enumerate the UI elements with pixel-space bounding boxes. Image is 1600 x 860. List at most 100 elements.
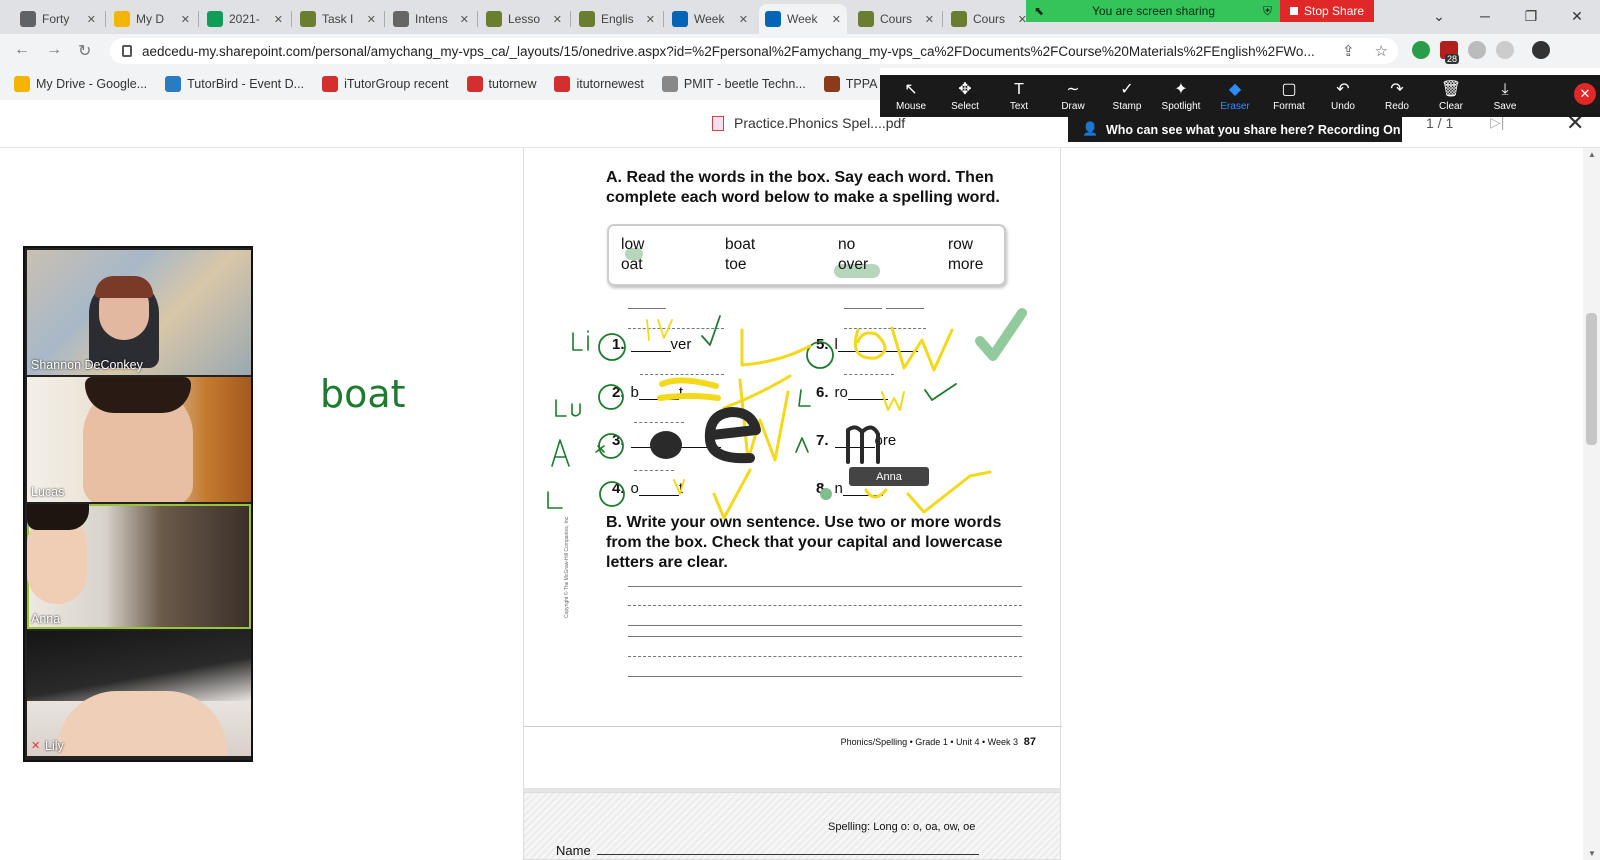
video-tile[interactable]: Shannon DeConkey — [27, 250, 251, 375]
tool-redo[interactable]: ↷ Redo — [1370, 81, 1424, 112]
browser-tab[interactable]: Cours ✕ — [945, 4, 1033, 34]
spotlight-icon: ✦ — [1174, 80, 1188, 98]
scroll-down-icon[interactable]: ▼ — [1588, 849, 1596, 858]
instruction-a: A. Read the words in the box. Say each w… — [606, 169, 1000, 206]
close-toolbar-button[interactable]: ✕ — [1574, 83, 1596, 105]
tool-select[interactable]: ✥ Select — [938, 81, 992, 112]
close-tab-icon[interactable]: ✕ — [646, 13, 655, 26]
video-tile[interactable]: Lily ✕ — [27, 631, 251, 756]
tool-draw[interactable]: ∼ Draw — [1046, 81, 1100, 112]
guide-line — [628, 328, 724, 329]
browser-tab[interactable]: Intens ✕ — [387, 4, 475, 34]
item-start: ro — [834, 384, 848, 401]
guide-line — [634, 422, 684, 423]
item-number: 7. — [816, 432, 829, 449]
browser-tab[interactable]: Forty ✕ — [14, 4, 102, 34]
shield-icon: ⛨ — [1262, 3, 1272, 18]
tool-clear[interactable]: 🗑 Clear — [1424, 81, 1478, 112]
save-icon: ⤓ — [1501, 80, 1509, 98]
bookmark-favicon-icon — [466, 76, 483, 92]
address-bar[interactable]: aedcedu-my.sharepoint.com/personal/amych… — [110, 38, 1398, 64]
item-ending: ver — [670, 336, 692, 353]
close-tab-icon[interactable]: ✕ — [460, 13, 469, 26]
close-tab-icon[interactable]: ✕ — [832, 13, 841, 26]
close-tab-icon[interactable]: ✕ — [925, 13, 934, 26]
word-boat: boat — [725, 236, 756, 253]
word-toe: toe — [725, 256, 747, 273]
bookmark-item[interactable]: TutorBird - Event D... — [165, 76, 304, 92]
tool-spotlight[interactable]: ✦ Spotlight — [1154, 81, 1208, 112]
close-tab-icon[interactable]: ✕ — [739, 13, 748, 26]
tool-undo[interactable]: ↶ Undo — [1316, 81, 1370, 112]
profile-avatar[interactable] — [1532, 41, 1550, 59]
forward-icon[interactable]: → — [46, 41, 62, 59]
next-page-header: Spelling: Long o: o, oa, ow, oe — [828, 821, 976, 833]
browser-tab[interactable]: Week ✕ — [666, 4, 754, 34]
reload-icon[interactable]: ↻ — [78, 41, 91, 61]
bookmark-item[interactable]: My Drive - Google... — [14, 76, 147, 92]
bookmark-item[interactable]: PMIT - beetle Techn... — [661, 76, 806, 92]
stop-icon — [1290, 7, 1298, 15]
tool-format[interactable]: ▢ Format — [1262, 81, 1316, 112]
browser-tab[interactable]: 2021- ✕ — [201, 4, 289, 34]
extension-icon[interactable] — [1412, 41, 1430, 59]
close-tab-icon[interactable]: ✕ — [367, 13, 376, 26]
scrollbar-thumb[interactable] — [1586, 313, 1597, 445]
bookmark-item[interactable]: tutornew — [466, 76, 536, 92]
bookmark-item[interactable]: iTutorGroup recent — [322, 76, 449, 92]
puzzle-icon[interactable] — [1468, 41, 1486, 59]
doc-icon — [579, 11, 595, 27]
scroll-up-icon[interactable]: ▲ — [1588, 150, 1596, 159]
browser-tab[interactable]: My D ✕ — [108, 4, 196, 34]
drive-icon — [114, 11, 130, 27]
browser-tab[interactable]: Week ✕ — [759, 4, 847, 34]
bookmark-star-icon[interactable]: ☆ — [1375, 42, 1388, 60]
pdf-filename: Practice.Phonics Spel....pdf — [712, 115, 905, 131]
close-tab-icon[interactable]: ✕ — [274, 13, 283, 26]
annotator-name-tag: Anna — [849, 467, 929, 486]
vertical-scrollbar[interactable]: ▲ ▼ — [1583, 148, 1600, 860]
page-footer: Phonics/Spelling • Grade 1 • Unit 4 • We… — [524, 726, 1062, 748]
tab-separator — [198, 11, 199, 27]
browser-tab[interactable]: Lesso ✕ — [480, 4, 568, 34]
person-icon: 👤 — [1082, 121, 1099, 136]
tool-mouse[interactable]: ↖ Mouse — [884, 81, 938, 112]
exercise-item-5: 5. l — [816, 336, 918, 353]
writing-line — [628, 636, 1022, 637]
name-line — [596, 854, 979, 855]
bookmark-label: itutornewest — [576, 77, 644, 91]
close-window-button[interactable]: ✕ — [1554, 0, 1600, 32]
close-tab-icon[interactable]: ✕ — [553, 13, 562, 26]
tool-eraser[interactable]: ◆ Eraser — [1208, 81, 1262, 112]
undo-icon: ↶ — [1336, 80, 1350, 98]
browser-tab[interactable]: Englis ✕ — [573, 4, 661, 34]
back-icon[interactable]: ← — [14, 41, 30, 59]
tab-label: Intens — [415, 12, 448, 26]
video-tile[interactable]: Lucas — [27, 377, 251, 502]
bookmark-label: iTutorGroup recent — [344, 77, 449, 91]
guide-line — [628, 308, 666, 309]
browser-tab[interactable]: Cours ✕ — [852, 4, 940, 34]
bookmark-item[interactable]: itutornewest — [554, 76, 644, 92]
tool-save[interactable]: ⤓ Save — [1478, 81, 1532, 112]
move-icon: ✥ — [958, 80, 972, 98]
close-tab-icon[interactable]: ✕ — [87, 13, 96, 26]
extension-icon-2[interactable] — [1496, 41, 1514, 59]
word-over: over — [838, 256, 869, 273]
browser-tab[interactable]: Task I ✕ — [294, 4, 382, 34]
minimize-button[interactable]: ─ — [1462, 0, 1508, 32]
who-can-see-banner[interactable]: 👤 Who can see what you share here? Recor… — [1068, 117, 1402, 142]
tool-stamp[interactable]: ✓ Stamp — [1100, 81, 1154, 112]
video-tile-active[interactable]: Anna — [27, 504, 251, 629]
tool-text[interactable]: T Text — [992, 81, 1046, 112]
guide-line — [634, 470, 674, 471]
guide-line — [886, 308, 924, 309]
share-icon[interactable]: ⇪ — [1342, 42, 1355, 60]
writing-line — [628, 656, 1022, 657]
stop-share-button[interactable]: Stop Share — [1280, 0, 1375, 22]
tab-search-icon[interactable]: ⌄ — [1416, 0, 1462, 32]
tool-label: Mouse — [895, 100, 926, 112]
trash-icon: 🗑 — [1440, 80, 1462, 98]
close-tab-icon[interactable]: ✕ — [181, 13, 190, 26]
restore-button[interactable]: ❐ — [1508, 0, 1554, 32]
